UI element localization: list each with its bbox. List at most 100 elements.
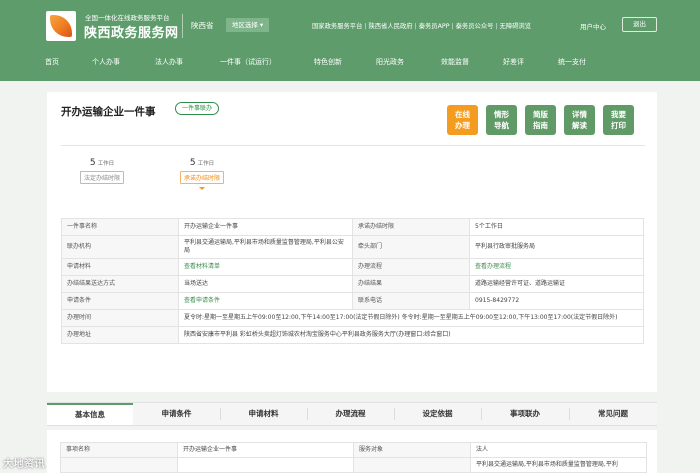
button-label-line: 情形 xyxy=(494,110,509,119)
info-key: 办理流程 xyxy=(352,258,470,276)
info-value: 查看办理流程 xyxy=(469,258,644,276)
print-button[interactable]: 我要 打印 xyxy=(603,105,634,135)
region-select-button[interactable]: 地区选择 ▾ xyxy=(226,18,269,32)
button-label-line: 解读 xyxy=(572,121,587,130)
top-links: 国家政务服务平台 | 陕西省人民政府 | 秦务员APP | 秦务员公众号 | 无障碍浏览 xyxy=(312,21,531,30)
link-national-platform[interactable]: 国家政务服务平台 xyxy=(312,23,362,30)
detail-tabs: 基本信息 申请条件 申请材料 办理流程 设定依据 事项联办 常见问题 xyxy=(47,402,657,426)
info-key: 服务对象 xyxy=(353,442,471,458)
info-key xyxy=(60,457,178,473)
info-value: 当场送达 xyxy=(178,275,353,293)
button-label-line: 办理 xyxy=(455,121,470,130)
table-row: 办理地址 陕西省安康市平利县 彩虹桥头卖超灯饰城农村淘宝服务中心平利县政务服务大… xyxy=(61,326,644,344)
nav-open-government[interactable]: 阳光政务 xyxy=(376,57,404,67)
info-value: 开办运输企业一件事 xyxy=(177,442,354,458)
info-value: 道路运输经营许可证、道路运输证 xyxy=(469,275,644,293)
table-row: 一件事名称 开办运输企业一件事 承诺办结时限 5个工作日 xyxy=(61,218,644,236)
info-value: 查看申请条件 xyxy=(178,292,353,310)
tab-process[interactable]: 办理流程 xyxy=(307,403,394,425)
nav-innovation[interactable]: 特色创新 xyxy=(314,57,342,67)
link-shaanxi-government[interactable]: 陕西省人民政府 xyxy=(369,23,413,30)
info-key: 牵头部门 xyxy=(352,235,470,259)
link-accessibility[interactable]: 无障碍浏览 xyxy=(500,23,531,30)
nav-payment[interactable]: 统一支付 xyxy=(558,57,586,67)
button-label-line: 详情 xyxy=(572,110,587,119)
info-key: 事项名称 xyxy=(60,442,178,458)
info-key: 联系电话 xyxy=(352,292,470,310)
info-value: 5个工作日 xyxy=(469,218,644,236)
info-key: 办结结果 xyxy=(352,275,470,293)
leaf-logo-icon xyxy=(50,15,72,37)
info-key: 承诺办结时限 xyxy=(352,218,470,236)
link-wechat[interactable]: 秦务员公众号 xyxy=(456,23,494,30)
nav-evaluation[interactable]: 好差评 xyxy=(503,57,524,67)
button-label-line: 打印 xyxy=(611,121,626,130)
detail-interpretation-button[interactable]: 详情 解读 xyxy=(564,105,595,135)
view-conditions-link[interactable]: 查看申请条件 xyxy=(184,297,220,304)
site-header: 全国一体化在线政务服务平台 陕西政务服务网 陕西省 地区选择 ▾ 国家政务服务平… xyxy=(0,0,700,81)
section-divider xyxy=(61,145,645,146)
main-nav: 首页 个人办事 法人办事 一件事（试运行） 特色创新 阳光政务 效能监督 好差评… xyxy=(0,53,700,69)
site-logo[interactable] xyxy=(46,11,76,41)
online-apply-button[interactable]: 在线 办理 xyxy=(447,105,478,135)
brief-guide-button[interactable]: 简版 指南 xyxy=(525,105,556,135)
joint-service-tag: 一件事联办 xyxy=(175,102,220,115)
tab-basic-info[interactable]: 基本信息 xyxy=(47,403,133,425)
statutory-time-limit: 5 工作日 法定办结时限 xyxy=(72,158,132,184)
promised-time-label: 承诺办结时限 xyxy=(179,171,224,184)
nav-home[interactable]: 首页 xyxy=(45,57,59,67)
info-value xyxy=(177,457,354,473)
statutory-time-label: 法定办结时限 xyxy=(79,171,124,184)
basic-info-panel: 事项名称 开办运输企业一件事 服务对象 法人 平利县交通运输局,平利县市场和质量… xyxy=(47,430,657,473)
table-row: 办理时间 夏令时:星期一至星期五上午09:00至12:00,下午14:00至17… xyxy=(61,309,644,327)
service-detail-card: 开办运输企业一件事 一件事联办 在线 办理 情形 导航 简版 指南 详情 解读 … xyxy=(47,92,657,392)
tab-conditions[interactable]: 申请条件 xyxy=(133,403,220,425)
info-key: 申请条件 xyxy=(61,292,179,310)
user-center-link[interactable]: 用户中心 xyxy=(580,21,606,31)
table-row: 申请材料 查看材料清单 办理流程 查看办理流程 xyxy=(61,258,644,276)
table-row: 办结结果送达方式 当场送达 办结结果 道路运输经营许可证、道路运输证 xyxy=(61,275,644,293)
service-info-table: 一件事名称 开办运输企业一件事 承诺办结时限 5个工作日 联办机构 平利县交通运… xyxy=(61,218,644,344)
info-value: 法人 xyxy=(470,442,647,458)
table-row: 联办机构 平利县交通运输局,平利县市场和质量监督管理局,平利县公安局 牵头部门 … xyxy=(61,235,644,259)
nav-personal[interactable]: 个人办事 xyxy=(92,57,120,67)
info-key xyxy=(353,457,471,473)
button-label-line: 导航 xyxy=(494,121,509,130)
table-row: 平利县交通运输局,平利县市场和质量监督管理局,平利 xyxy=(60,457,647,473)
promised-days-unit: 工作日 xyxy=(197,161,215,167)
view-materials-link[interactable]: 查看材料清单 xyxy=(184,263,220,270)
site-title[interactable]: 陕西政务服务网 xyxy=(84,22,179,41)
link-separator: | xyxy=(414,23,417,30)
site-subtitle: 全国一体化在线政务服务平台 xyxy=(85,14,170,22)
nav-legal-person[interactable]: 法人办事 xyxy=(155,57,183,67)
logout-button[interactable]: 退出 xyxy=(622,17,657,32)
office-address-value: 陕西省安康市平利县 彩虹桥头卖超灯饰城农村淘宝服务中心平利县政务服务大厅(办理窗… xyxy=(178,326,644,344)
tab-legal-basis[interactable]: 设定依据 xyxy=(394,403,481,425)
nav-supervision[interactable]: 效能监督 xyxy=(441,57,469,67)
info-key: 办结结果送达方式 xyxy=(61,275,179,293)
info-value: 查看材料清单 xyxy=(178,258,353,276)
button-label-line: 在线 xyxy=(455,110,470,119)
watermark: 大地资讯 xyxy=(3,459,45,470)
link-separator: | xyxy=(364,23,367,30)
statutory-days-value: 5 xyxy=(89,158,96,168)
link-separator: | xyxy=(495,23,498,30)
tab-materials[interactable]: 申请材料 xyxy=(220,403,307,425)
table-row: 申请条件 查看申请条件 联系电话 0915-8429772 xyxy=(61,292,644,310)
info-value: 平利县行政审批服务局 xyxy=(469,235,644,259)
scenario-guide-button[interactable]: 情形 导航 xyxy=(486,105,517,135)
tab-faq[interactable]: 常见问题 xyxy=(569,403,657,425)
button-label-line: 简版 xyxy=(533,110,548,119)
view-process-link[interactable]: 查看办理流程 xyxy=(475,263,511,270)
tab-joint-items[interactable]: 事项联办 xyxy=(481,403,569,425)
caret-down-icon xyxy=(199,187,205,190)
info-key: 办理地址 xyxy=(61,326,179,344)
table-row: 事项名称 开办运输企业一件事 服务对象 法人 xyxy=(60,442,647,458)
nav-one-thing[interactable]: 一件事（试运行） xyxy=(220,57,276,67)
office-hours-value: 夏令时:星期一至星期五上午09:00至12:00,下午14:00至17:00(法… xyxy=(178,309,644,327)
link-app[interactable]: 秦务员APP xyxy=(419,23,450,30)
header-divider xyxy=(182,14,183,38)
info-value: 平利县交通运输局,平利县市场和质量监督管理局,平利县公安局 xyxy=(178,235,353,259)
info-key: 办理时间 xyxy=(61,309,179,327)
button-label-line: 我要 xyxy=(611,110,626,119)
